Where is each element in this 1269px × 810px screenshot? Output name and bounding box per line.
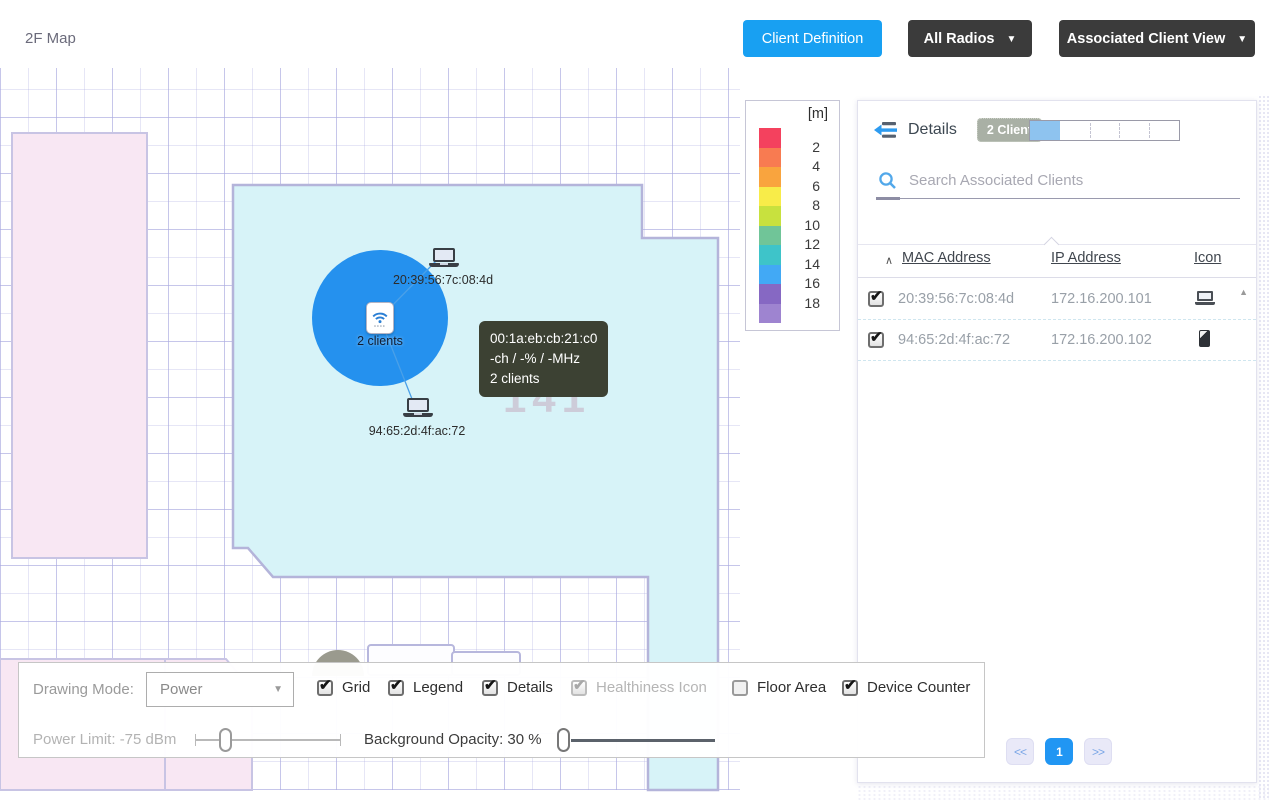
power-limit-slider-track[interactable]	[195, 739, 341, 741]
legend-swatch	[759, 206, 781, 226]
distance-legend: [m] 2 4 6 8 10 12 14 16 18	[745, 100, 840, 331]
checkbox-healthiness-icon: ✔ Healthiness Icon	[571, 679, 707, 696]
access-point-icon[interactable]	[366, 302, 394, 334]
pagination: << 1 >>	[1006, 738, 1112, 765]
tooltip-mac: 00:1a:eb:cb:21:c0	[490, 329, 597, 349]
column-ip-address[interactable]: IP Address	[1051, 250, 1121, 266]
ap-tooltip: 00:1a:eb:cb:21:c0 -ch / -% / -MHz 2 clie…	[479, 321, 608, 397]
pagination-page-1[interactable]: 1	[1045, 738, 1073, 765]
check-icon: ✔	[844, 676, 857, 694]
checkbox-device-counter[interactable]: ✔ Device Counter	[842, 679, 970, 696]
panel-title: Details	[908, 121, 957, 139]
search-icon	[878, 171, 897, 190]
client-laptop-icon[interactable]	[429, 248, 459, 267]
legend-unit-label: [m]	[808, 106, 828, 122]
client-laptop-icon[interactable]	[403, 398, 433, 417]
check-icon: ✔	[870, 328, 883, 346]
column-mac-address[interactable]: MAC Address	[902, 250, 991, 266]
row-checkbox[interactable]: ✔	[868, 332, 884, 348]
legend-swatch	[759, 148, 781, 168]
power-limit-slider-thumb[interactable]	[219, 728, 232, 752]
drawing-mode-label: Drawing Mode:	[33, 681, 134, 698]
panel-shadow-texture	[857, 785, 1269, 800]
cell-ip: 172.16.200.101	[1051, 291, 1152, 307]
cell-mac: 20:39:56:7c:08:4d	[898, 291, 1014, 307]
client-mac-label: 20:39:56:7c:08:4d	[373, 273, 513, 287]
app-window: 2F Map Client Definition All Radios▼ Ass…	[0, 0, 1269, 810]
tooltip-client-count: 2 clients	[490, 369, 597, 389]
check-icon: ✔	[870, 287, 883, 305]
laptop-icon	[1195, 291, 1215, 305]
ap-client-count-label: 2 clients	[310, 334, 450, 348]
client-capacity-fill	[1030, 121, 1060, 140]
client-table-row[interactable]: ✔ 20:39:56:7c:08:4d 172.16.200.101	[858, 279, 1256, 320]
background-opacity-label: Background Opacity: 30 %	[364, 731, 542, 748]
check-icon: ✔	[573, 676, 586, 694]
search-associated-clients-input[interactable]	[909, 172, 1209, 189]
legend-swatch	[759, 167, 781, 187]
client-capacity-bar	[1029, 120, 1180, 141]
wifi-icon	[369, 307, 391, 329]
legend-swatch	[759, 128, 781, 148]
client-table-header: ∧ MAC Address IP Address Icon	[858, 250, 1256, 277]
client-definition-button[interactable]: Client Definition	[743, 20, 882, 57]
page-title: 2F Map	[25, 30, 76, 47]
legend-swatch	[759, 245, 781, 265]
background-opacity-slider-thumb[interactable]	[557, 728, 570, 752]
checkbox-details[interactable]: ✔ Details	[482, 679, 553, 696]
pagination-next-button[interactable]: >>	[1084, 738, 1112, 765]
page-edge-texture	[1258, 95, 1269, 800]
phone-icon	[1199, 330, 1210, 347]
legend-swatch	[759, 265, 781, 285]
drawing-mode-select[interactable]: Power ▼	[146, 672, 294, 707]
column-icon[interactable]: Icon	[1194, 250, 1221, 266]
legend-swatch	[759, 187, 781, 207]
power-limit-label: Power Limit: -75 dBm	[33, 731, 176, 748]
row-checkbox[interactable]: ✔	[868, 291, 884, 307]
chevron-down-icon: ▼	[1007, 34, 1017, 45]
background-opacity-slider-track[interactable]	[571, 739, 715, 742]
legend-swatch	[759, 226, 781, 246]
tooltip-radio-info: -ch / -% / -MHz	[490, 349, 597, 369]
all-radios-dropdown[interactable]: All Radios▼	[908, 20, 1032, 57]
chevron-down-icon: ▼	[273, 684, 283, 695]
client-mac-label: 94:65:2d:4f:ac:72	[347, 424, 487, 438]
cell-mac: 94:65:2d:4f:ac:72	[898, 332, 1010, 348]
check-icon: ✔	[390, 676, 403, 694]
drawing-mode-value: Power	[160, 681, 203, 698]
checkbox-floor-area[interactable]: Floor Area	[732, 679, 826, 696]
cell-ip: 172.16.200.102	[1051, 332, 1152, 348]
check-icon: ✔	[319, 676, 332, 694]
pagination-prev-button[interactable]: <<	[1006, 738, 1034, 765]
search-underline	[876, 198, 1240, 199]
checkbox-legend[interactable]: ✔ Legend	[388, 679, 463, 696]
checkbox-grid[interactable]: ✔ Grid	[317, 679, 370, 696]
collapse-panel-icon[interactable]	[872, 121, 898, 139]
check-icon: ✔	[484, 676, 497, 694]
legend-swatch	[759, 284, 781, 304]
legend-ticks: 2 4 6 8 10 12 14 16 18	[792, 138, 820, 314]
scroll-up-icon[interactable]: ▲	[1239, 287, 1248, 297]
map-control-bar: Drawing Mode: Power ▼ ✔ Grid ✔ Legend ✔ …	[18, 662, 985, 758]
sort-ascending-icon[interactable]: ∧	[885, 254, 893, 267]
legend-swatches	[759, 128, 781, 323]
associated-client-view-dropdown[interactable]: Associated Client View▼	[1059, 20, 1255, 57]
client-table-row[interactable]: ✔ 94:65:2d:4f:ac:72 172.16.200.102	[858, 320, 1256, 361]
chevron-down-icon: ▼	[1237, 34, 1247, 45]
legend-swatch	[759, 304, 781, 324]
